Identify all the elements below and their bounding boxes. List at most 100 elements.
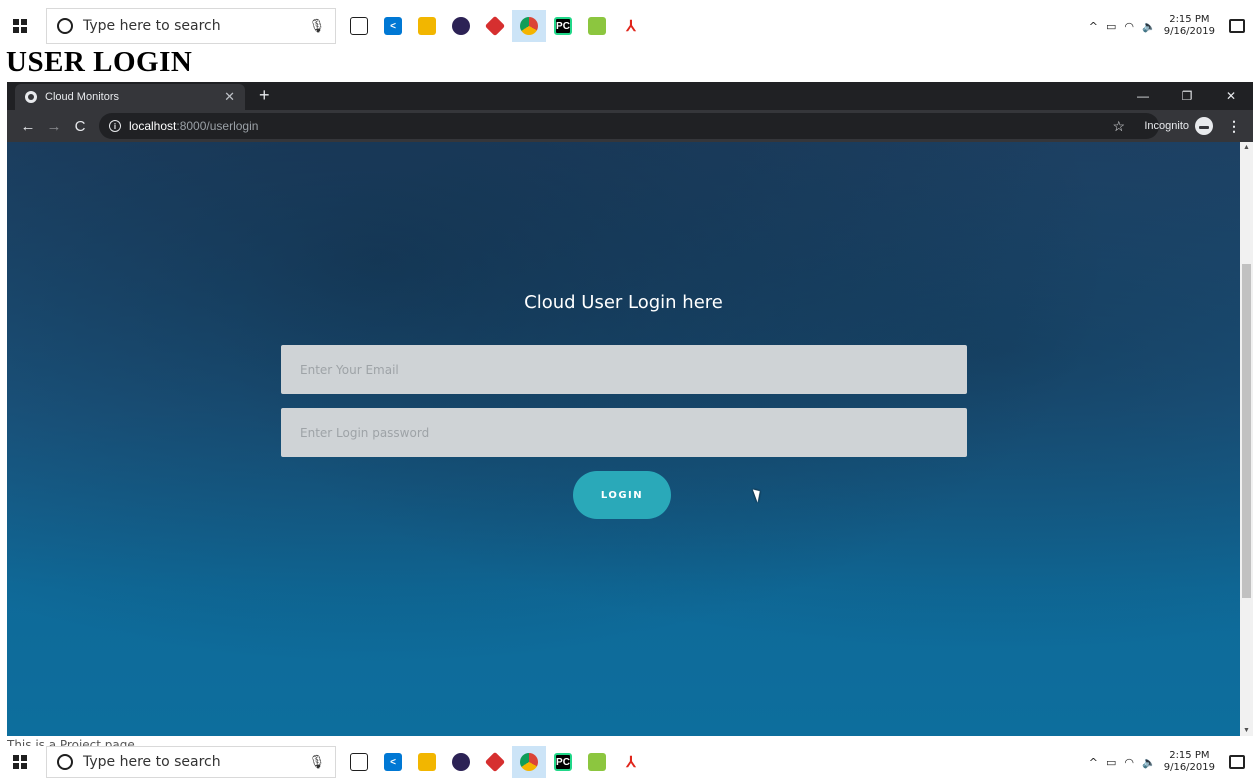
gitkraken-button[interactable]: [478, 10, 512, 42]
pycharm-icon: PC: [554, 753, 572, 771]
notification-icon[interactable]: [1229, 755, 1245, 769]
acrobat-icon: ⅄: [622, 17, 640, 35]
folder-icon: [418, 753, 436, 771]
browser-window: Cloud Monitors ✕ + — ❐ ✕ ← → C i localho…: [7, 82, 1253, 736]
info-icon[interactable]: i: [109, 120, 121, 132]
scroll-up-arrow-icon[interactable]: ▲: [1240, 144, 1253, 151]
incognito-indicator[interactable]: Incognito: [1144, 117, 1213, 135]
taskbar-bottom: Type here to search 🎙 < PC ⅄ ^ ▭ ◠ 🔈 2:1…: [0, 746, 1253, 778]
minimize-icon[interactable]: —: [1121, 82, 1165, 110]
task-view-button[interactable]: [342, 746, 376, 778]
chrome-icon: [520, 753, 538, 771]
notepad-plus-button[interactable]: [580, 746, 614, 778]
bookmark-star-icon[interactable]: ☆: [1112, 118, 1125, 135]
cortana-circle-icon: [57, 754, 73, 770]
taskbar-clock[interactable]: 2:15 PM 9/16/2019: [1164, 750, 1215, 774]
pycharm-icon: PC: [554, 17, 572, 35]
close-tab-icon[interactable]: ✕: [224, 89, 235, 105]
restore-icon[interactable]: ❐: [1165, 82, 1209, 110]
url-path: :8000/userlogin: [176, 119, 259, 133]
eclipse-button[interactable]: [444, 746, 478, 778]
microphone-icon[interactable]: 🎙: [308, 18, 325, 34]
window-controls: — ❐ ✕: [1121, 82, 1253, 110]
taskbar-search-placeholder: Type here to search: [83, 754, 221, 770]
chevron-up-icon[interactable]: ^: [1089, 756, 1098, 769]
start-button[interactable]: [4, 10, 36, 42]
email-input[interactable]: [281, 345, 967, 394]
menu-kebab-icon[interactable]: ⋮: [1227, 118, 1241, 135]
battery-icon[interactable]: ▭: [1106, 756, 1116, 769]
password-input[interactable]: [281, 408, 967, 457]
scrollbar-thumb[interactable]: [1242, 264, 1251, 598]
volume-icon[interactable]: 🔈: [1142, 756, 1156, 769]
folder-icon: [418, 17, 436, 35]
chrome-button[interactable]: [512, 10, 546, 42]
taskbar-top: Type here to search 🎙 < PC ⅄ ^ ▭ ◠ 🔈 2:1…: [0, 8, 1253, 44]
diamond-icon: [484, 751, 506, 773]
task-view-icon: [350, 17, 368, 35]
task-view-icon: [350, 753, 368, 771]
incognito-label: Incognito: [1144, 120, 1189, 132]
diamond-icon: [484, 15, 506, 37]
start-button[interactable]: [4, 746, 36, 778]
tab-cloud-monitors[interactable]: Cloud Monitors ✕: [15, 84, 245, 110]
chrome-icon: [520, 17, 538, 35]
login-button[interactable]: LOGIN: [573, 471, 671, 519]
notepad-icon: [588, 17, 606, 35]
cortana-circle-icon: [57, 18, 73, 34]
reload-icon[interactable]: C: [67, 118, 93, 135]
forward-arrow-icon[interactable]: →: [41, 118, 67, 135]
gitkraken-button[interactable]: [478, 746, 512, 778]
clock-time: 2:15 PM: [1169, 14, 1210, 25]
chrome-button[interactable]: [512, 746, 546, 778]
new-tab-button[interactable]: +: [259, 85, 270, 106]
globe-icon: [25, 91, 37, 103]
eclipse-icon: [452, 17, 470, 35]
login-heading: Cloud User Login here: [524, 292, 723, 313]
taskbar-clock[interactable]: 2:15 PM 9/16/2019: [1164, 14, 1215, 38]
scroll-down-arrow-icon[interactable]: ▼: [1240, 727, 1253, 734]
task-view-button[interactable]: [342, 10, 376, 42]
clock-date: 9/16/2019: [1163, 26, 1215, 37]
browser-toolbar: ← → C i localhost:8000/userlogin ☆ Incog…: [7, 110, 1253, 142]
acrobat-button[interactable]: ⅄: [614, 10, 648, 42]
vscode-icon: <: [384, 17, 402, 35]
address-bar[interactable]: i localhost:8000/userlogin: [99, 113, 1159, 139]
wifi-icon[interactable]: ◠: [1124, 20, 1134, 33]
file-explorer-button[interactable]: [410, 746, 444, 778]
vertical-scrollbar[interactable]: ▲ ▼: [1240, 142, 1253, 736]
back-arrow-icon[interactable]: ←: [15, 118, 41, 135]
eclipse-icon: [452, 753, 470, 771]
page-viewport: Cloud User Login here LOGIN: [7, 142, 1240, 736]
eclipse-button[interactable]: [444, 10, 478, 42]
notepad-plus-button[interactable]: [580, 10, 614, 42]
incognito-icon: [1195, 117, 1213, 135]
vscode-button[interactable]: <: [376, 746, 410, 778]
tab-strip: Cloud Monitors ✕ + — ❐ ✕: [7, 82, 1253, 110]
notification-icon[interactable]: [1229, 19, 1245, 33]
volume-icon[interactable]: 🔈: [1142, 20, 1156, 33]
vscode-button[interactable]: <: [376, 10, 410, 42]
microphone-icon[interactable]: 🎙: [308, 754, 325, 770]
file-explorer-button[interactable]: [410, 10, 444, 42]
clock-time: 2:15 PM: [1169, 750, 1210, 761]
taskbar-search-box[interactable]: Type here to search 🎙: [46, 8, 336, 44]
acrobat-button[interactable]: ⅄: [614, 746, 648, 778]
wifi-icon[interactable]: ◠: [1124, 756, 1134, 769]
pycharm-button[interactable]: PC: [546, 746, 580, 778]
pycharm-button[interactable]: PC: [546, 10, 580, 42]
windows-logo-icon: [13, 19, 27, 33]
close-window-icon[interactable]: ✕: [1209, 82, 1253, 110]
chevron-up-icon[interactable]: ^: [1089, 20, 1098, 33]
tab-title: Cloud Monitors: [45, 91, 119, 103]
taskbar-apps: < PC ⅄: [342, 10, 648, 42]
vscode-icon: <: [384, 753, 402, 771]
notepad-icon: [588, 753, 606, 771]
system-tray: ^ ▭ ◠ 🔈 2:15 PM 9/16/2019: [1089, 746, 1245, 778]
battery-icon[interactable]: ▭: [1106, 20, 1116, 33]
taskbar-apps: < PC ⅄: [342, 746, 648, 778]
page-title: USER LOGIN: [6, 46, 193, 78]
windows-logo-icon: [13, 755, 27, 769]
system-tray: ^ ▭ ◠ 🔈 2:15 PM 9/16/2019: [1089, 8, 1245, 44]
taskbar-search-box[interactable]: Type here to search 🎙: [46, 746, 336, 778]
